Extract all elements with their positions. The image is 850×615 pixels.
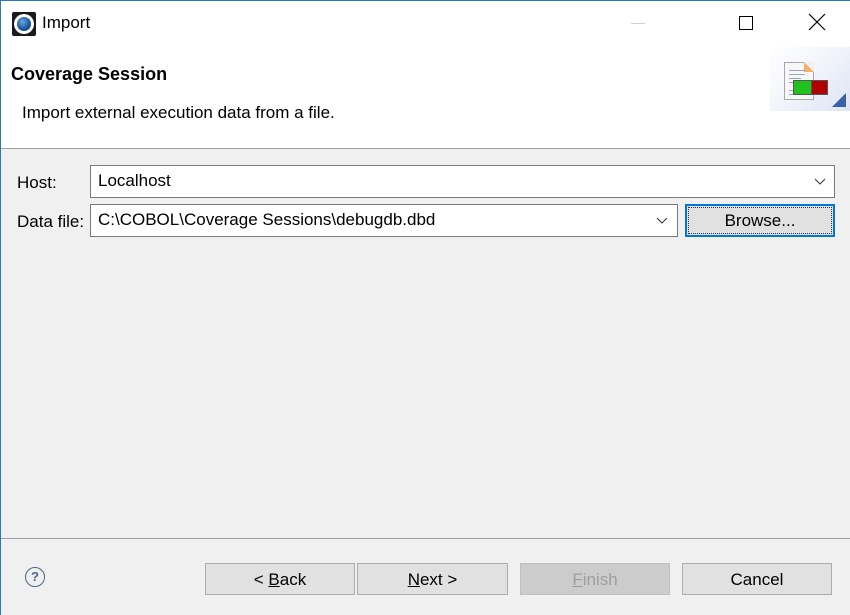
close-button[interactable]: [793, 1, 839, 47]
back-mnemonic: B: [268, 570, 280, 589]
back-prefix: <: [253, 570, 269, 589]
host-value: Localhost: [98, 171, 171, 190]
data-file-combo[interactable]: C:\COBOL\Coverage Sessions\debugdb.dbd: [90, 204, 678, 237]
finish-button[interactable]: Finish: [520, 563, 670, 595]
cancel-button[interactable]: Cancel: [682, 563, 832, 595]
next-mnemonic: N: [407, 570, 420, 589]
title-bar: Import: [1, 1, 850, 47]
back-button[interactable]: < Back: [205, 563, 355, 595]
wizard-banner: Coverage Session Import external executi…: [1, 47, 850, 149]
close-icon: [808, 13, 826, 31]
app-icon: [12, 12, 36, 36]
host-combo[interactable]: Localhost: [90, 165, 835, 198]
minimize-button[interactable]: [615, 1, 661, 47]
back-rest: ack: [279, 570, 307, 589]
data-file-label: Data file:: [17, 212, 85, 231]
browse-button[interactable]: Browse...: [685, 204, 835, 237]
chevron-down-icon: [814, 178, 826, 185]
minimize-icon: [631, 23, 645, 24]
window-title: Import: [42, 13, 91, 32]
finish-rest: inish: [582, 570, 618, 589]
chevron-down-icon: [656, 217, 668, 224]
footer-divider: [1, 538, 850, 539]
finish-mnemonic: F: [572, 570, 583, 589]
cancel-label: Cancel: [730, 570, 784, 589]
page-description: Import external execution data from a fi…: [22, 103, 335, 122]
browse-label: Browse...: [724, 211, 796, 230]
maximize-button[interactable]: [723, 1, 769, 47]
host-label: Host:: [17, 173, 57, 192]
help-icon[interactable]: ?: [25, 567, 45, 587]
data-file-value: C:\COBOL\Coverage Sessions\debugdb.dbd: [98, 210, 436, 229]
coverage-wizard-banner-icon: [770, 47, 850, 111]
next-button[interactable]: Next >: [357, 563, 508, 595]
maximize-icon: [739, 16, 753, 30]
import-dialog: Import Coverage Session Import external …: [0, 0, 850, 615]
next-rest: ext >: [419, 570, 458, 589]
page-title: Coverage Session: [11, 64, 168, 84]
